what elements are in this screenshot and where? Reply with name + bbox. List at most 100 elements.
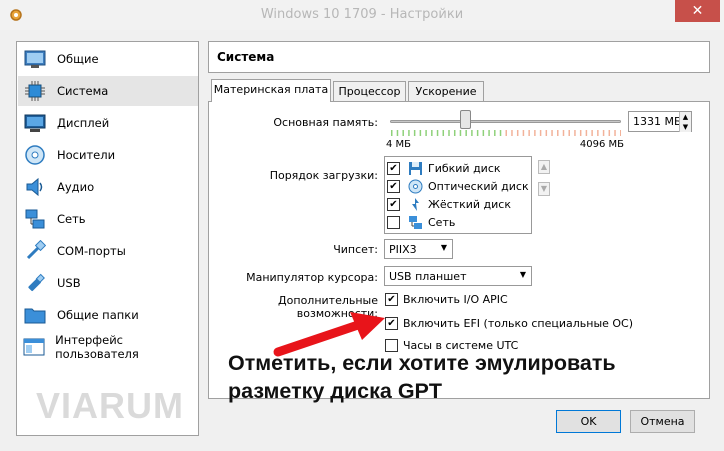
slider-tick bbox=[465, 130, 467, 136]
slider-tick bbox=[425, 130, 427, 136]
checkbox-label: Включить I/O APIC bbox=[403, 293, 508, 306]
chipset-value: PIIX3 bbox=[389, 243, 417, 256]
slider-tick bbox=[579, 130, 582, 136]
checkbox-box[interactable]: ✔ bbox=[385, 293, 398, 306]
close-icon: ✕ bbox=[691, 3, 704, 19]
slider-tick bbox=[476, 130, 479, 136]
arrow-down-icon: ▼ bbox=[540, 184, 548, 193]
sidebar-item-storage[interactable]: Носители bbox=[18, 140, 198, 170]
tab-acceleration[interactable]: Ускорение bbox=[408, 81, 484, 101]
chevron-down-icon: ▼ bbox=[519, 270, 526, 279]
ok-button[interactable]: OK bbox=[556, 410, 621, 433]
spin-down-icon[interactable]: ▼ bbox=[679, 122, 691, 132]
chevron-down-icon: ▼ bbox=[440, 243, 447, 252]
serial-port-icon bbox=[23, 239, 47, 263]
sidebar-item-audio[interactable]: Аудио bbox=[18, 172, 198, 202]
memory-min-label: 4 МБ bbox=[386, 139, 412, 150]
sidebar-item-com-ports[interactable]: COM-порты bbox=[18, 236, 198, 266]
slider-tick bbox=[471, 130, 473, 136]
move-down-button[interactable]: ▼ bbox=[538, 182, 550, 196]
boot-item-optical[interactable]: ✔ Оптический диск bbox=[387, 177, 529, 195]
annotation-line-2: разметку диска GPT bbox=[228, 379, 443, 403]
move-up-button[interactable]: ▲ bbox=[538, 160, 550, 174]
sidebar-item-user-interface[interactable]: Интерфейс пользователя bbox=[18, 332, 198, 362]
sidebar-item-label: Система bbox=[57, 84, 109, 98]
slider-tick bbox=[557, 130, 559, 136]
hard-disk-icon bbox=[407, 196, 423, 212]
sidebar-item-network[interactable]: Сеть bbox=[18, 204, 198, 234]
memory-slider-thumb[interactable] bbox=[459, 110, 471, 129]
slider-tick bbox=[448, 130, 450, 136]
boot-item-hard-disk[interactable]: ✔ Жёсткий диск bbox=[387, 195, 511, 213]
memory-spinbox[interactable]: 1331 МБ ▲ ▼ bbox=[628, 111, 692, 132]
slider-tick bbox=[505, 130, 507, 136]
slider-tick bbox=[574, 130, 576, 136]
slider-tick bbox=[562, 130, 565, 136]
pointing-device-select[interactable]: USB планшет ▼ bbox=[384, 266, 532, 286]
slider-tick bbox=[396, 130, 399, 136]
watermark-logo: VIARUM bbox=[36, 385, 184, 426]
sidebar-item-display[interactable]: Дисплей bbox=[18, 108, 198, 138]
memory-slider[interactable] bbox=[390, 110, 621, 129]
sidebar-item-label: Носители bbox=[57, 148, 116, 162]
sidebar-item-usb[interactable]: USB bbox=[18, 268, 198, 298]
slider-tick bbox=[551, 130, 553, 136]
slider-tick bbox=[516, 130, 519, 136]
chipset-label: Чипсет: bbox=[333, 243, 378, 256]
sidebar-item-label: Общие bbox=[57, 52, 99, 66]
memory-value: 1331 МБ bbox=[633, 115, 682, 128]
checkbox-label: Включить EFI (только специальные ОС) bbox=[403, 317, 634, 330]
pointing-device-value: USB планшет bbox=[389, 270, 467, 283]
slider-tick bbox=[511, 130, 513, 136]
ui-icon bbox=[23, 335, 45, 359]
boot-item-label: Оптический диск bbox=[428, 179, 529, 193]
slider-tick bbox=[442, 130, 445, 136]
memory-slider-scale bbox=[391, 130, 621, 136]
enable-io-apic-checkbox[interactable]: ✔ Включить I/O APIC bbox=[385, 293, 508, 306]
slider-tick bbox=[608, 130, 611, 136]
slider-tick bbox=[597, 130, 599, 136]
sidebar-item-label: Аудио bbox=[57, 180, 95, 194]
boot-item-label: Гибкий диск bbox=[428, 161, 501, 175]
close-button[interactable]: ✕ bbox=[675, 0, 720, 22]
sidebar-item-label: COM-порты bbox=[57, 244, 126, 258]
sidebar-item-system[interactable]: Система bbox=[18, 76, 198, 106]
chipset-select[interactable]: PIIX3 ▼ bbox=[384, 239, 453, 259]
optical-disc-icon bbox=[407, 178, 423, 194]
cancel-button[interactable]: Отмена bbox=[630, 410, 695, 433]
boot-item-checkbox[interactable]: ✔ bbox=[387, 161, 400, 175]
arrow-up-icon: ▲ bbox=[540, 162, 548, 171]
slider-tick bbox=[585, 130, 588, 136]
sidebar-item-shared-folders[interactable]: Общие папки bbox=[18, 300, 198, 330]
slider-tick bbox=[534, 130, 536, 136]
slider-tick bbox=[482, 130, 485, 136]
slider-tick bbox=[522, 130, 525, 136]
tab-processor[interactable]: Процессор bbox=[333, 81, 406, 101]
memory-max-label: 4096 МБ bbox=[579, 139, 624, 150]
memory-slider-track bbox=[390, 120, 621, 123]
boot-item-checkbox[interactable]: ✔ bbox=[387, 197, 400, 211]
window-title: Windows 10 1709 - Настройки bbox=[260, 7, 464, 22]
slider-tick bbox=[431, 130, 433, 136]
boot-item-checkbox[interactable]: ✔ bbox=[387, 179, 400, 193]
enable-efi-checkbox[interactable]: ✔ Включить EFI (только специальные ОС) bbox=[385, 317, 633, 330]
title-bar: Windows 10 1709 - Настройки ✕ bbox=[0, 0, 724, 30]
network-icon bbox=[23, 207, 47, 231]
spin-up-icon[interactable]: ▲ bbox=[679, 112, 691, 122]
sidebar-item-label: Дисплей bbox=[57, 116, 110, 130]
slider-tick bbox=[614, 130, 616, 136]
pointing-device-label: Манипулятор курсора: bbox=[246, 271, 378, 284]
slider-tick bbox=[499, 130, 502, 136]
memory-label: Основная память: bbox=[273, 116, 378, 129]
tab-motherboard[interactable]: Материнская плата bbox=[211, 79, 331, 102]
section-title: Система bbox=[217, 50, 275, 64]
sidebar-item-general[interactable]: Общие bbox=[18, 44, 198, 74]
monitor-icon bbox=[23, 111, 47, 135]
slider-tick bbox=[459, 130, 462, 136]
boot-item-checkbox[interactable] bbox=[387, 215, 400, 229]
boot-item-network[interactable]: Сеть bbox=[387, 213, 455, 231]
slider-tick bbox=[391, 130, 393, 136]
boot-item-floppy[interactable]: ✔ Гибкий диск bbox=[387, 159, 501, 177]
slider-tick bbox=[545, 130, 548, 136]
disc-icon bbox=[23, 143, 47, 167]
